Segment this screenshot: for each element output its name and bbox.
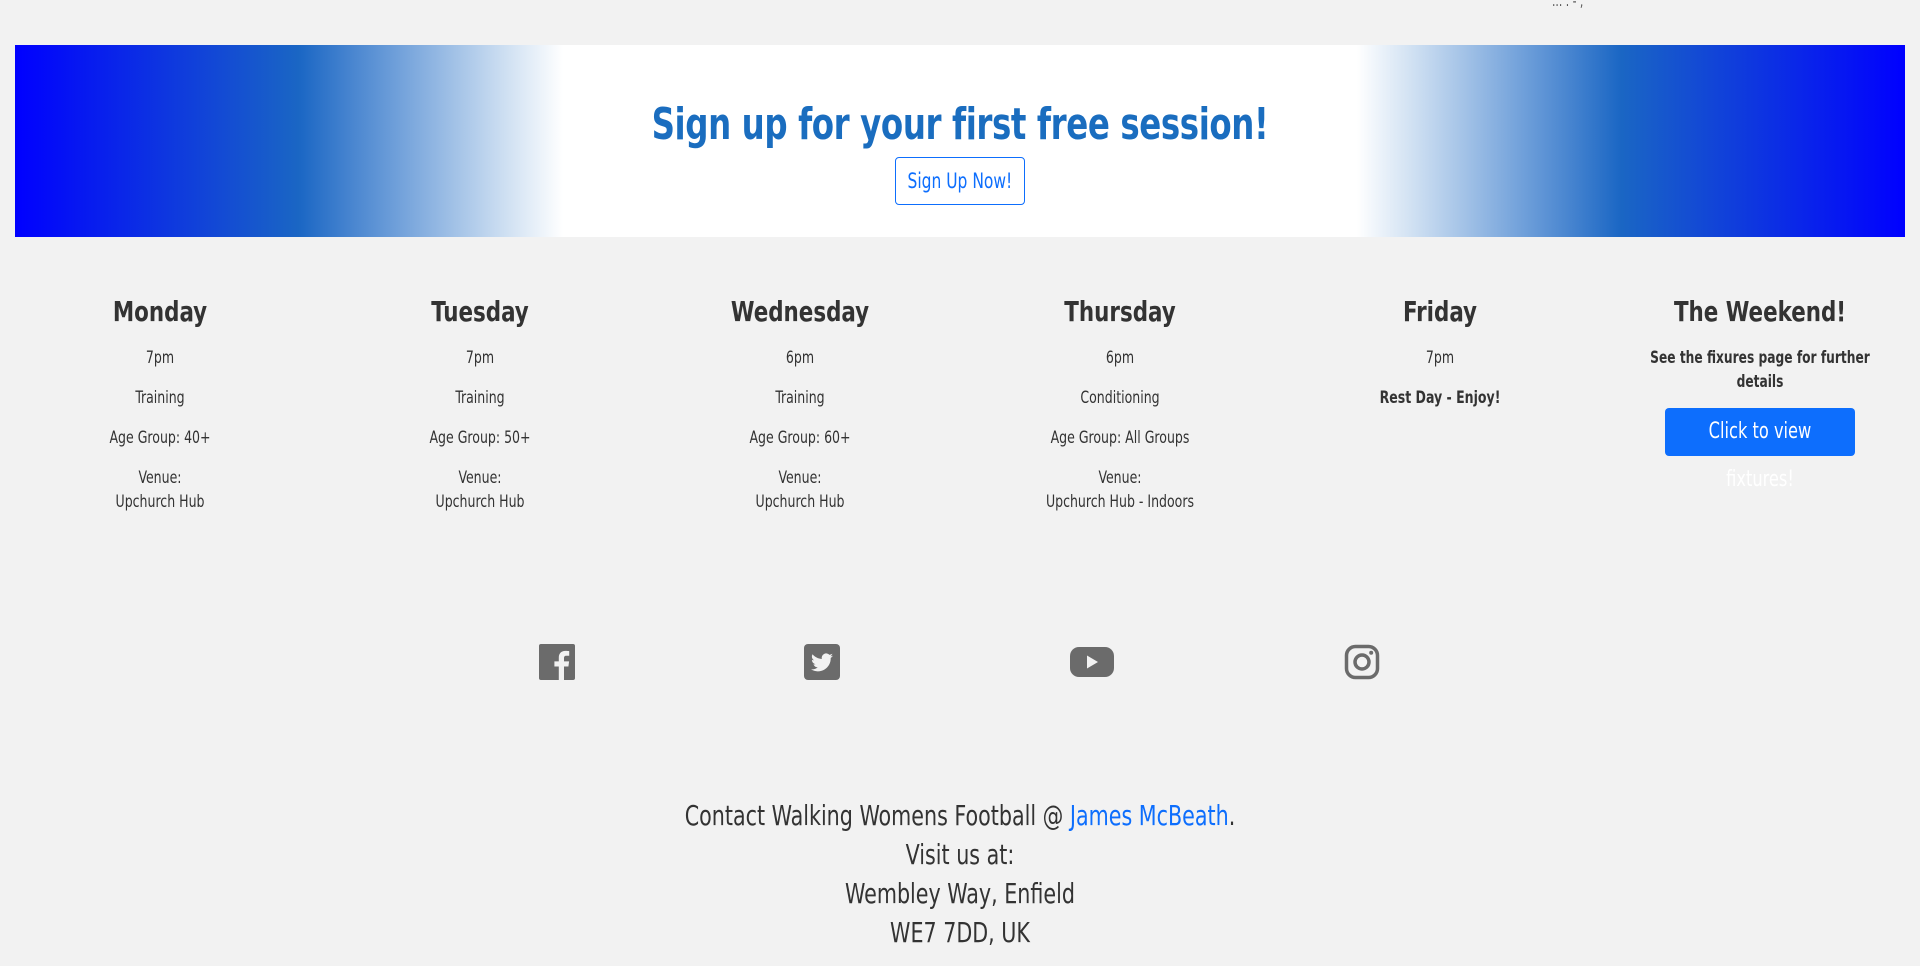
- session-venue: Venue: Upchurch Hub: [349, 466, 611, 514]
- day-name: Thursday: [1064, 295, 1176, 328]
- signup-banner: Sign up for your first free session! Sig…: [15, 45, 1905, 237]
- venue-name: Upchurch Hub: [115, 492, 205, 512]
- session-venue: Venue: Upchurch Hub: [669, 466, 931, 514]
- rest-day-note: Rest Day - Enjoy!: [1379, 388, 1501, 408]
- session-activity: Conditioning: [1080, 388, 1160, 408]
- youtube-link[interactable]: [1070, 640, 1114, 684]
- facebook-link[interactable]: [535, 640, 579, 684]
- schedule-day-friday: Friday 7pm Rest Day - Enjoy!: [1280, 290, 1600, 514]
- session-age-group: Age Group: 50+: [429, 428, 531, 448]
- view-fixtures-button[interactable]: Click to view fixtures!: [1665, 408, 1855, 492]
- session-time: 7pm: [465, 348, 495, 368]
- day-name: Wednesday: [730, 295, 870, 328]
- clipped-text: ... . - ,: [1552, 0, 1584, 10]
- instagram-icon: [1344, 644, 1380, 680]
- twitter-link[interactable]: [800, 640, 844, 684]
- fixtures-note: See the fixures page for further details: [1650, 348, 1870, 392]
- venue-label: Venue:: [1098, 468, 1142, 488]
- day-name: The Weekend!: [1673, 295, 1847, 328]
- session-time: 6pm: [1105, 348, 1135, 368]
- weekly-schedule: Monday 7pm Training Age Group: 40+ Venue…: [0, 290, 1920, 514]
- session-time: 7pm: [145, 348, 175, 368]
- session-age-group: Age Group: 40+: [109, 428, 211, 448]
- day-name: Tuesday: [431, 295, 529, 328]
- sign-up-button[interactable]: Sign Up Now!: [895, 157, 1025, 205]
- sign-up-button-label: Sign Up Now!: [907, 169, 1013, 193]
- social-links: [0, 640, 1920, 690]
- banner-title: Sign up for your first free session!: [651, 99, 1269, 150]
- session-venue: Venue: Upchurch Hub - Indoors: [989, 466, 1251, 514]
- venue-label: Venue:: [458, 468, 502, 488]
- schedule-day-monday: Monday 7pm Training Age Group: 40+ Venue…: [0, 290, 320, 514]
- session-age-group: Age Group: 60+: [749, 428, 851, 448]
- schedule-day-wednesday: Wednesday 6pm Training Age Group: 60+ Ve…: [640, 290, 960, 514]
- contact-suffix: .: [1228, 799, 1236, 832]
- day-name: Monday: [112, 295, 208, 328]
- visit-label: Visit us at:: [905, 838, 1015, 871]
- contact-prefix: Contact Walking Womens Football @: [684, 799, 1070, 832]
- venue-name: Upchurch Hub - Indoors: [1045, 492, 1195, 512]
- contact-link[interactable]: James McBeath: [1070, 799, 1229, 832]
- schedule-day-weekend: The Weekend! See the fixures page for fu…: [1600, 290, 1920, 514]
- youtube-icon: [1070, 647, 1114, 677]
- view-fixtures-button-label: Click to view fixtures!: [1708, 419, 1812, 492]
- session-time: 7pm: [1425, 348, 1455, 368]
- address-line-1: Wembley Way, Enfield: [845, 877, 1075, 910]
- session-age-group: Age Group: All Groups: [1050, 428, 1190, 448]
- session-activity: Training: [455, 388, 505, 408]
- session-activity: Training: [775, 388, 825, 408]
- session-activity: Training: [135, 388, 185, 408]
- address-line-2: WE7 7DD, UK: [890, 916, 1030, 949]
- twitter-icon: [804, 644, 840, 680]
- instagram-link[interactable]: [1340, 640, 1384, 684]
- schedule-day-thursday: Thursday 6pm Conditioning Age Group: All…: [960, 290, 1280, 514]
- venue-name: Upchurch Hub: [755, 492, 845, 512]
- contact-line: Contact Walking Womens Football @ James …: [173, 796, 1747, 835]
- venue-label: Venue:: [138, 468, 182, 488]
- schedule-day-tuesday: Tuesday 7pm Training Age Group: 50+ Venu…: [320, 290, 640, 514]
- venue-name: Upchurch Hub: [435, 492, 525, 512]
- day-name: Friday: [1402, 295, 1478, 328]
- facebook-icon: [539, 644, 575, 680]
- session-time: 6pm: [785, 348, 815, 368]
- contact-info: Contact Walking Womens Football @ James …: [0, 796, 1920, 952]
- venue-label: Venue:: [778, 468, 822, 488]
- page: ... . - , Sign up for your first free se…: [0, 0, 1920, 966]
- session-venue: Venue: Upchurch Hub: [29, 466, 291, 514]
